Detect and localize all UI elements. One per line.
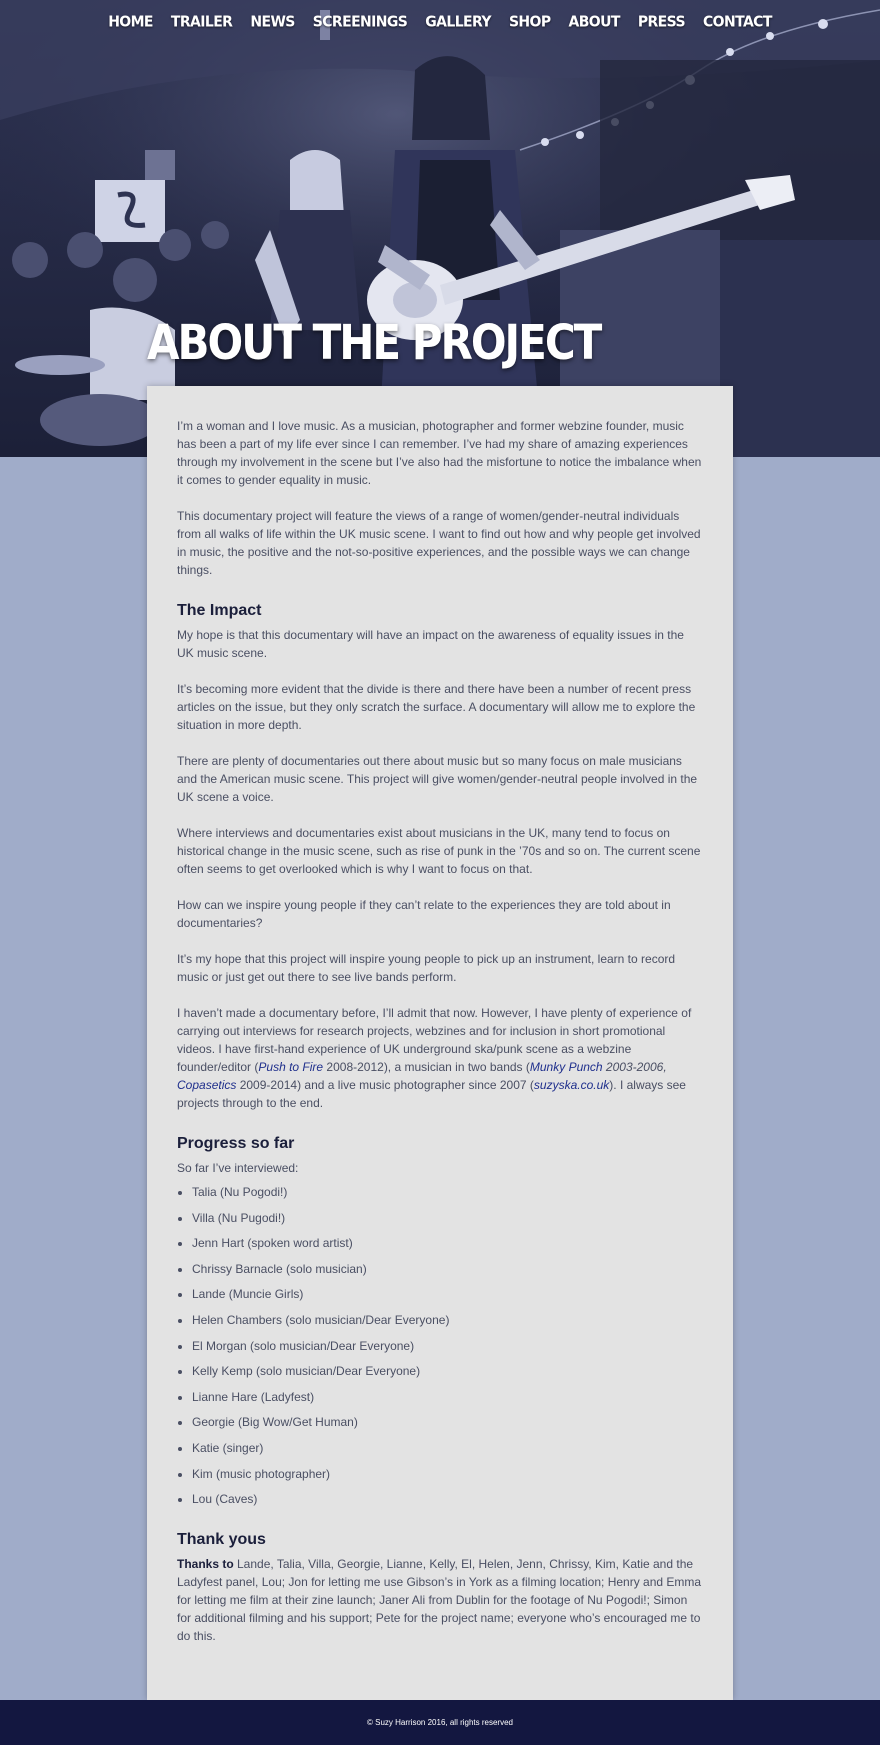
list-item: Katie (singer) xyxy=(192,1439,703,1457)
impact-paragraph-3: There are plenty of documentaries out th… xyxy=(177,754,698,804)
suzyska-link[interactable]: suzyska.co.uk xyxy=(534,1078,609,1092)
footer: © Suzy Harrison 2016, all rights reserve… xyxy=(0,1700,880,1745)
list-item: Kim (music photographer) xyxy=(192,1465,703,1483)
nav-shop[interactable]: SHOP xyxy=(500,13,560,31)
nav-contact[interactable]: CONTACT xyxy=(694,13,781,31)
thanks-text: Lande, Talia, Villa, Georgie, Lianne, Ke… xyxy=(177,1557,702,1644)
nav-about[interactable]: ABOUT xyxy=(560,13,629,31)
impact-paragraph-1: My hope is that this documentary will ha… xyxy=(177,628,684,660)
munky-punch-link[interactable]: Munky Punch xyxy=(530,1060,603,1074)
page-title: ABOUT THE PROJECT xyxy=(147,314,602,371)
impact-paragraph-6: It’s my hope that this project will insp… xyxy=(177,952,676,984)
impact-paragraph-4: Where interviews and documentaries exist… xyxy=(177,826,701,876)
list-item: Talia (Nu Pogodi!) xyxy=(192,1183,703,1201)
list-item: Kelly Kemp (solo musician/Dear Everyone) xyxy=(192,1362,703,1380)
experience-text-4: 2009-2014) and a live music photographer… xyxy=(236,1078,534,1092)
list-item: Georgie (Big Wow/Get Human) xyxy=(192,1413,703,1431)
nav-home[interactable]: HOME xyxy=(99,13,162,31)
experience-text-2: 2008-2012), a musician in two bands ( xyxy=(323,1060,530,1074)
list-item: Jenn Hart (spoken word artist) xyxy=(192,1234,703,1252)
intro-paragraph-1: I’m a woman and I love music. As a music… xyxy=(177,419,702,487)
progress-intro: So far I’ve interviewed: xyxy=(177,1161,299,1175)
nav-trailer[interactable]: TRAILER xyxy=(162,13,241,31)
main-nav: HOME TRAILER NEWS SCREENINGS GALLERY SHO… xyxy=(0,13,880,31)
list-item: Lianne Hare (Ladyfest) xyxy=(192,1388,703,1406)
intro-paragraph-2: This documentary project will feature th… xyxy=(177,509,701,577)
nav-news[interactable]: NEWS xyxy=(241,13,303,31)
push-to-fire-link[interactable]: Push to Fire xyxy=(258,1060,323,1074)
list-item: Chrissy Barnacle (solo musician) xyxy=(192,1260,703,1278)
thanks-paragraph: Thanks to Lande, Talia, Villa, Georgie, … xyxy=(177,1555,703,1645)
impact-heading: The Impact xyxy=(177,602,262,619)
progress-heading: Progress so far xyxy=(177,1135,295,1152)
nav-press[interactable]: PRESS xyxy=(629,13,694,31)
nav-gallery[interactable]: GALLERY xyxy=(416,13,500,31)
list-item: Lande (Muncie Girls) xyxy=(192,1285,703,1303)
content-card: I’m a woman and I love music. As a music… xyxy=(147,386,733,1700)
impact-paragraph-2: It’s becoming more evident that the divi… xyxy=(177,682,696,732)
thanks-bold-label: Thanks to xyxy=(177,1557,234,1572)
list-item: Helen Chambers (solo musician/Dear Every… xyxy=(192,1311,703,1329)
interviewee-list: Talia (Nu Pogodi!) Villa (Nu Pugodi!) Je… xyxy=(177,1183,703,1508)
copasetics-link[interactable]: Copasetics xyxy=(177,1078,236,1092)
impact-paragraph-5: How can we inspire young people if they … xyxy=(177,898,671,930)
list-item: El Morgan (solo musician/Dear Everyone) xyxy=(192,1337,703,1355)
list-item: Villa (Nu Pugodi!) xyxy=(192,1209,703,1227)
list-item: Lou (Caves) xyxy=(192,1490,703,1508)
copyright-text: © Suzy Harrison 2016, all rights reserve… xyxy=(367,1718,513,1727)
experience-text-3: 2003-2006, xyxy=(602,1060,667,1074)
nav-screenings[interactable]: SCREENINGS xyxy=(304,13,416,31)
thanks-heading: Thank yous xyxy=(177,1531,266,1549)
impact-paragraph-7: I haven’t made a documentary before, I’l… xyxy=(177,1004,703,1112)
